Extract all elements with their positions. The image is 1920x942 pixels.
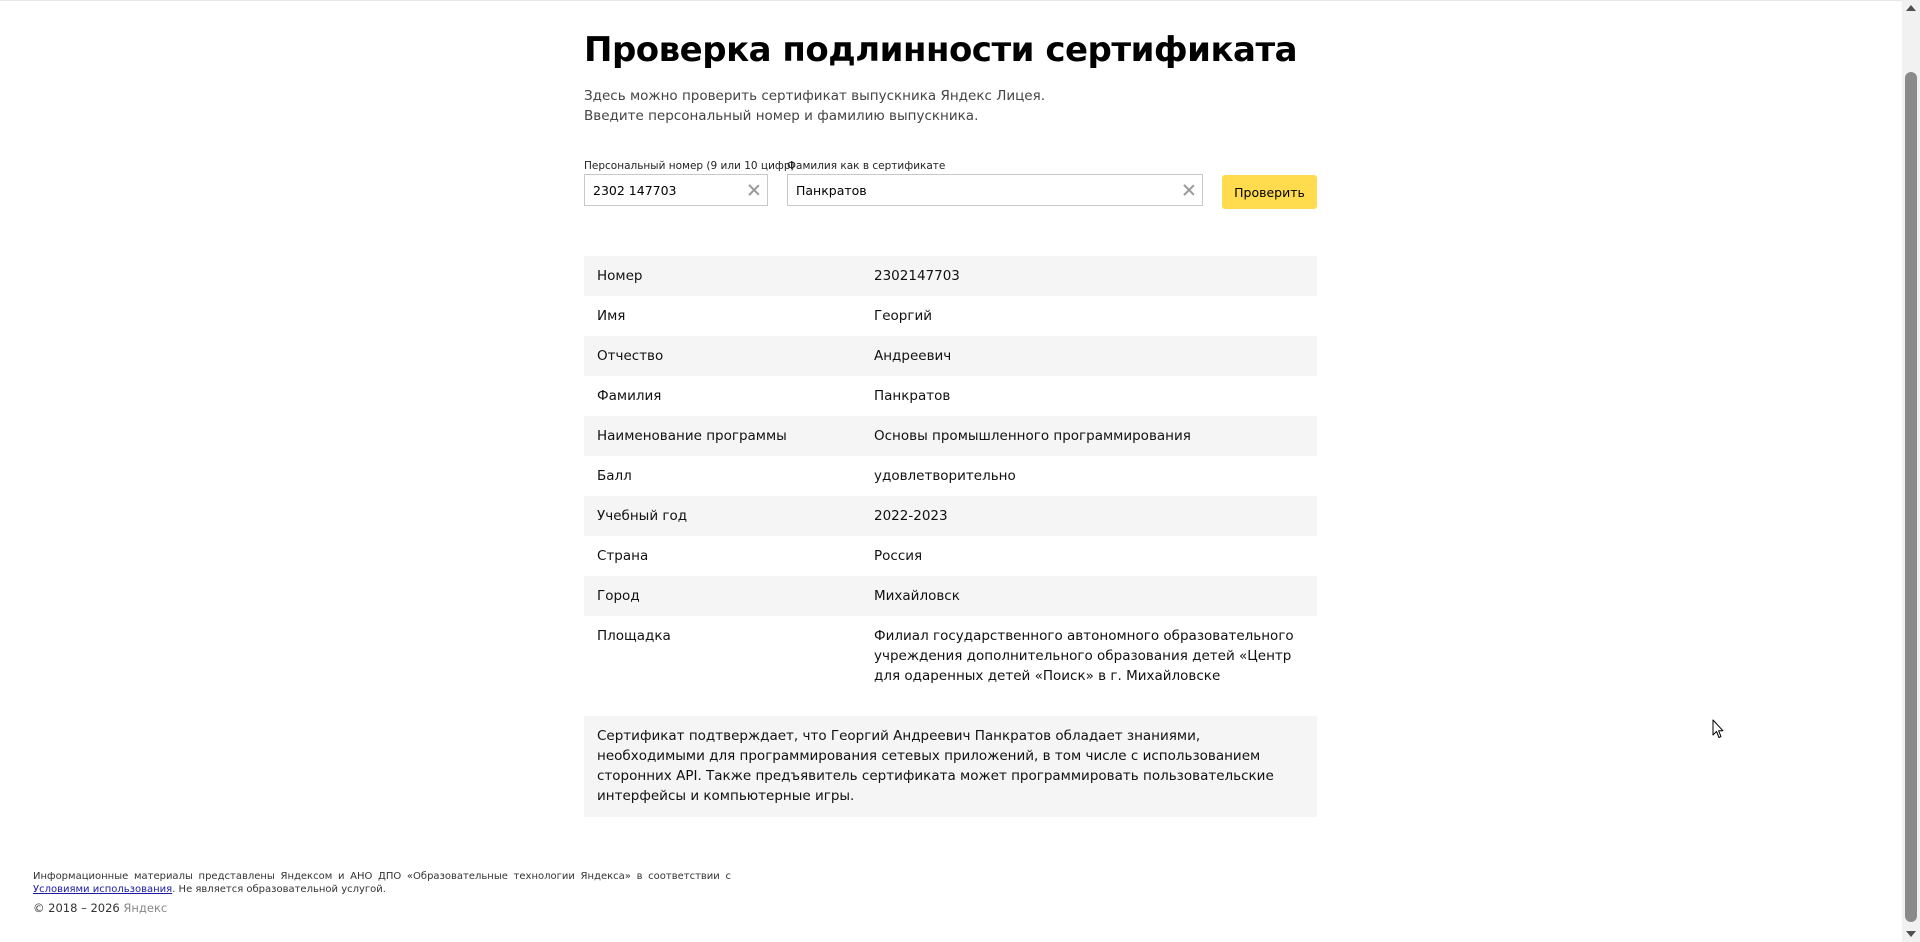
- close-icon[interactable]: [1182, 183, 1196, 197]
- row-key: Страна: [597, 548, 649, 564]
- table-row: Фамилия Панкратов: [584, 376, 1317, 416]
- top-divider: [0, 0, 1902, 1]
- table-row: Наименование программы Основы промышленн…: [584, 416, 1317, 456]
- check-button[interactable]: Проверить: [1222, 175, 1317, 209]
- copyright: © 2018 – 2026 Яндекс: [33, 901, 731, 915]
- intro-line-1: Здесь можно проверить сертификат выпускн…: [584, 88, 1046, 104]
- table-row: Площадка Филиал государственного автоном…: [584, 616, 1317, 696]
- table-row: Город Михайловск: [584, 576, 1317, 616]
- row-value: Андреевич: [874, 348, 952, 364]
- row-key: Учебный год: [597, 508, 688, 524]
- scroll-down-arrow-icon[interactable]: [1906, 931, 1916, 937]
- footer: Информационные материалы представлены Ян…: [33, 870, 731, 915]
- close-icon[interactable]: [747, 183, 761, 197]
- scrollbar-thumb[interactable]: [1905, 72, 1917, 922]
- row-value: Михайловск: [874, 588, 960, 604]
- copyright-years: © 2018 – 2026: [33, 901, 120, 915]
- footer-text-after: . Не является образовательной услугой.: [172, 884, 386, 895]
- row-value: Георгий: [874, 308, 933, 324]
- row-value: Филиал государственного автономного обра…: [874, 628, 1294, 684]
- mouse-cursor-icon: [1712, 719, 1724, 738]
- row-value: Основы промышленного программирования: [874, 428, 1191, 444]
- row-key: Фамилия: [597, 388, 662, 404]
- footer-disclaimer: Информационные материалы представлены Ян…: [33, 870, 731, 896]
- row-key: Номер: [597, 268, 643, 284]
- surname-field: Фамилия как в сертификате: [787, 158, 1203, 206]
- terms-of-use-link[interactable]: Условиями использования: [33, 884, 172, 895]
- row-value: Панкратов: [874, 388, 951, 404]
- surname-field-label: Фамилия как в сертификате: [787, 160, 946, 172]
- row-key: Балл: [597, 468, 632, 484]
- table-row: Страна Россия: [584, 536, 1317, 576]
- number-input-box: [584, 174, 768, 206]
- table-row: Балл удовлетворительно: [584, 456, 1317, 496]
- certificate-info-table: Номер 2302147703 Имя Георгий Отчество Ан…: [584, 256, 1317, 696]
- row-key: Площадка: [597, 628, 671, 644]
- intro-line-2: Введите персональный номер и фамилию вып…: [584, 108, 979, 124]
- table-row: Учебный год 2022-2023: [584, 496, 1317, 536]
- table-row: Отчество Андреевич: [584, 336, 1317, 376]
- intro-text: Здесь можно проверить сертификат выпускн…: [584, 86, 1045, 126]
- number-input[interactable]: [593, 175, 735, 205]
- verification-form: Персональный номер (9 или 10 цифр) Фамил…: [584, 158, 1317, 210]
- row-key: Отчество: [597, 348, 664, 364]
- certificate-description: Сертификат подтверждает, что Георгий Анд…: [584, 716, 1317, 817]
- table-row: Номер 2302147703: [584, 256, 1317, 296]
- row-value: Россия: [874, 548, 923, 564]
- row-value: 2022-2023: [874, 508, 948, 524]
- scroll-up-arrow-icon[interactable]: [1906, 5, 1916, 11]
- surname-input[interactable]: [796, 175, 1170, 205]
- surname-input-box: [787, 174, 1203, 206]
- page-title: Проверка подлинности сертификата: [584, 30, 1298, 70]
- table-row: Имя Георгий: [584, 296, 1317, 336]
- row-key: Город: [597, 588, 640, 604]
- number-field-label: Персональный номер (9 или 10 цифр): [584, 160, 795, 172]
- row-value: удовлетворительно: [874, 468, 1016, 484]
- number-field: Персональный номер (9 или 10 цифр): [584, 158, 795, 206]
- row-key: Наименование программы: [597, 428, 787, 444]
- footer-text-before: Информационные материалы представлены Ян…: [33, 871, 731, 882]
- brand-name: Яндекс: [123, 901, 168, 915]
- row-value: 2302147703: [874, 268, 960, 284]
- row-key: Имя: [597, 308, 626, 324]
- vertical-scrollbar[interactable]: [1902, 0, 1920, 942]
